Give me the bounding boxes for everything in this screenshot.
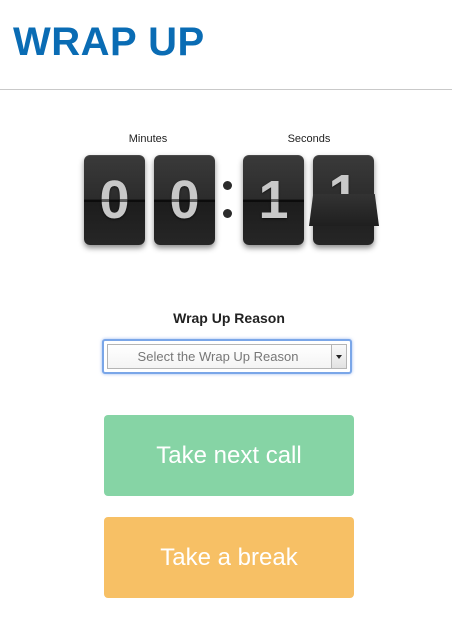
flip-hinge xyxy=(84,199,145,202)
seconds-label: Seconds xyxy=(287,133,331,145)
wrap-up-reason-select[interactable]: Select the Wrap Up Reason xyxy=(102,339,352,374)
minutes-label: Minutes xyxy=(128,133,168,145)
chevron-down-icon[interactable] xyxy=(331,345,346,368)
flip-hinge xyxy=(154,199,215,202)
seconds-tens-digit-card: 1 xyxy=(243,155,304,245)
page-title: WRAP UP xyxy=(13,20,205,64)
timer-colon xyxy=(222,175,232,225)
take-next-call-button[interactable]: Take next call xyxy=(104,415,354,496)
flipping-flap xyxy=(309,194,379,226)
wrap-up-reason-label: Wrap Up Reason xyxy=(173,310,285,326)
take-a-break-button[interactable]: Take a break xyxy=(104,517,354,598)
minutes-tens-digit-card: 0 xyxy=(84,155,145,245)
colon-dot xyxy=(223,209,232,218)
select-inner[interactable]: Select the Wrap Up Reason xyxy=(107,344,347,369)
wrap-up-reason-placeholder[interactable]: Select the Wrap Up Reason xyxy=(108,345,328,368)
colon-dot xyxy=(223,181,232,190)
minutes-ones-digit-card: 0 xyxy=(154,155,215,245)
header-divider xyxy=(0,89,452,90)
flip-hinge xyxy=(243,199,304,202)
